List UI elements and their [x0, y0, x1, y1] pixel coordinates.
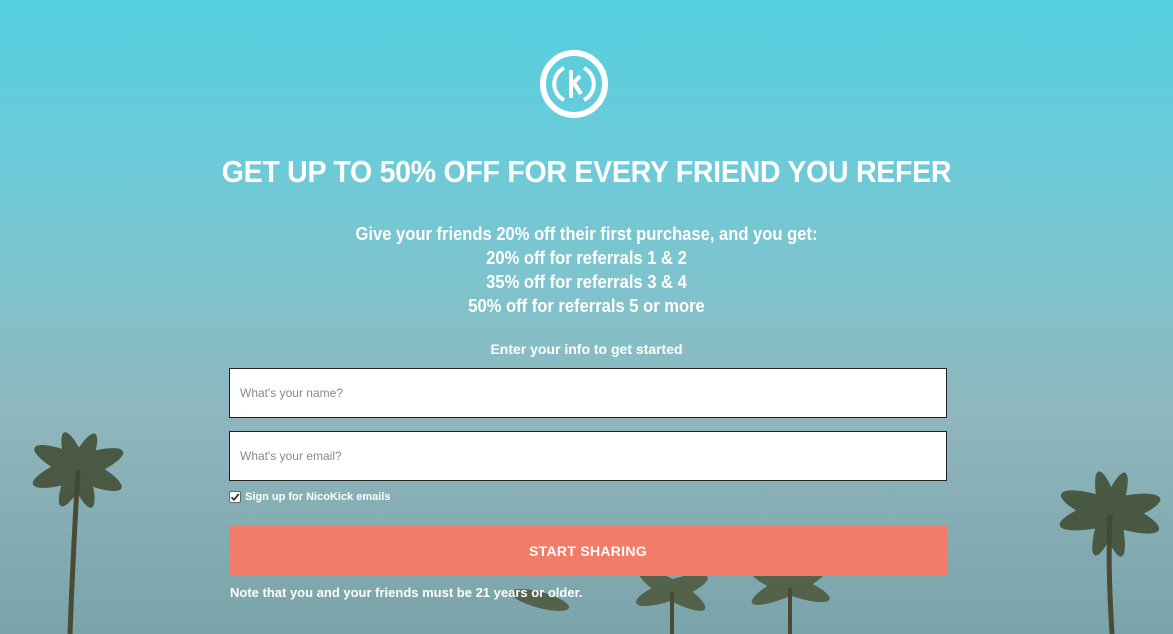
- benefit-tier-1: 20% off for referrals 1 & 2: [486, 248, 687, 268]
- checkmark-icon: [230, 493, 240, 502]
- referral-benefits: Give your friends 20% off their first pu…: [0, 222, 1173, 318]
- nicokick-logo-icon: [540, 50, 608, 118]
- referral-signup-page: GET UP TO 50% OFF FOR EVERY FRIEND YOU R…: [0, 0, 1173, 634]
- optin-label: Sign up for NicoKick emails: [245, 491, 391, 503]
- optin-checkbox[interactable]: [229, 491, 241, 503]
- email-optin[interactable]: Sign up for NicoKick emails: [229, 491, 390, 503]
- email-input[interactable]: [229, 431, 947, 481]
- benefit-tier-2: 35% off for referrals 3 & 4: [486, 272, 687, 292]
- age-requirement-note: Note that you and your friends must be 2…: [230, 585, 583, 600]
- form-prompt: Enter your info to get started: [490, 341, 683, 357]
- page-headline: GET UP TO 50% OFF FOR EVERY FRIEND YOU R…: [221, 154, 952, 189]
- start-sharing-button[interactable]: START SHARING: [229, 526, 947, 576]
- name-input[interactable]: [229, 368, 947, 418]
- benefits-intro: Give your friends 20% off their first pu…: [355, 224, 818, 244]
- benefit-tier-3: 50% off for referrals 5 or more: [468, 296, 705, 316]
